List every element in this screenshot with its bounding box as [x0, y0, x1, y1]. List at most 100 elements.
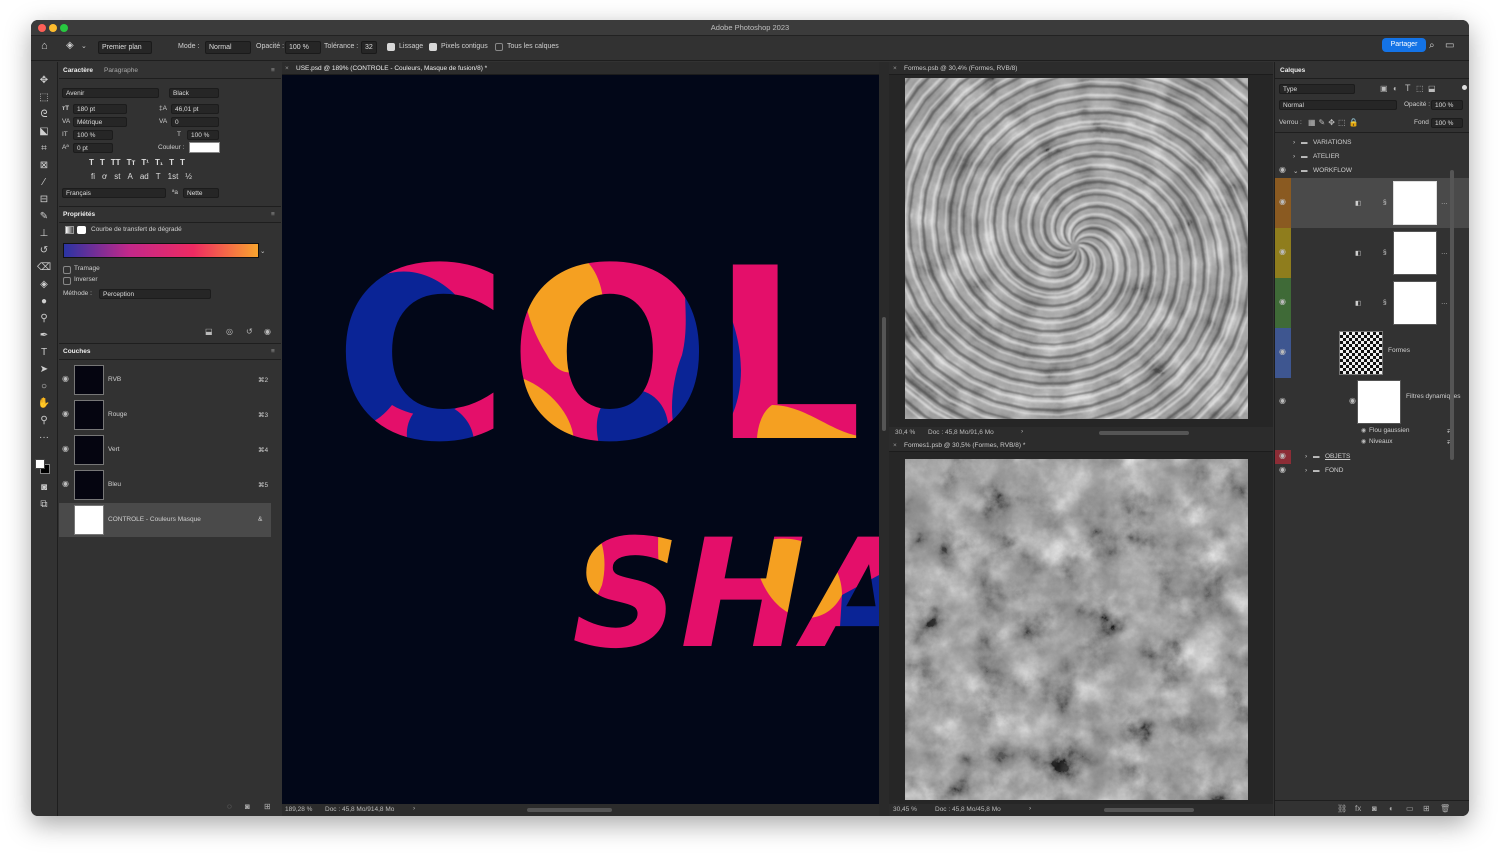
zoom-tool-icon[interactable]: ⚲	[37, 414, 51, 428]
more-icon[interactable]: …	[1441, 199, 1448, 206]
layer-row[interactable]: ◉ ◧ §…	[1275, 178, 1469, 228]
dodge-tool-icon[interactable]: ⚲	[37, 312, 51, 326]
clip-to-layer-icon[interactable]: ⬓	[205, 327, 213, 336]
blend-mode-select[interactable]: Normal	[1279, 100, 1397, 110]
zoom-level[interactable]: 30,45 %	[893, 806, 917, 813]
layer-mask-thumbnail[interactable]	[1393, 181, 1437, 225]
swirl-canvas[interactable]	[905, 78, 1248, 419]
object-selection-tool-icon[interactable]: ⬕	[37, 125, 51, 139]
opentype-button[interactable]: A	[127, 172, 132, 181]
home-icon[interactable]: ⌂	[41, 40, 48, 52]
all-layers-checkbox[interactable]	[495, 43, 503, 51]
frame-tool-icon[interactable]: ⊠	[37, 159, 51, 173]
crop-tool-icon[interactable]: ⌗	[37, 142, 51, 156]
visibility-icon[interactable]: ◉	[1279, 247, 1286, 256]
blur-tool-icon[interactable]: ●	[37, 295, 51, 309]
chevron-down-icon[interactable]: ⌄	[1293, 167, 1298, 175]
antialias-select[interactable]: Nette	[183, 188, 219, 198]
new-group-icon[interactable]: ▭	[1406, 804, 1414, 813]
filter-smart-object-icon[interactable]: ⬓	[1428, 84, 1436, 93]
tab-character[interactable]: Caractère	[63, 67, 93, 74]
opentype-button[interactable]: 1st	[168, 172, 179, 181]
save-selection-icon[interactable]: ◙	[245, 802, 250, 811]
layer-row[interactable]: › ▬ ATELIER	[1275, 150, 1469, 164]
type-style-button[interactable]: T₁	[155, 158, 163, 167]
mask-icon[interactable]	[77, 226, 86, 234]
hand-tool-icon[interactable]: ✋	[37, 397, 51, 411]
visibility-icon[interactable]: ◉	[62, 374, 69, 383]
filter-pixel-icon[interactable]: ▣	[1380, 84, 1388, 93]
chevron-right-icon[interactable]: ›	[1029, 805, 1031, 812]
eyedropper-tool-icon[interactable]: ⁄	[37, 176, 51, 190]
clouds-canvas[interactable]	[905, 459, 1248, 800]
trash-icon[interactable]: 🗑	[1440, 804, 1450, 813]
panel-menu-icon[interactable]: ≡	[271, 67, 275, 74]
reverse-checkbox[interactable]	[63, 277, 71, 285]
document-tab-main[interactable]: × USE.psd @ 189% (CONTROLE - Couleurs, M…	[282, 62, 879, 75]
workspace-icon[interactable]: ▭	[1445, 40, 1454, 51]
link-icon[interactable]: §	[1383, 249, 1387, 256]
filter-type-icon[interactable]: T	[1405, 83, 1411, 93]
more-icon[interactable]: …	[1441, 249, 1448, 256]
horizontal-scrollbar[interactable]	[527, 808, 612, 812]
smoothing-checkbox[interactable]	[387, 43, 395, 51]
close-tab-icon[interactable]: ×	[893, 442, 897, 449]
layer-row[interactable]: ◉ › ▬ OBJETS	[1275, 450, 1469, 464]
layer-row[interactable]: ◉⇄Flou gaussien	[1275, 426, 1469, 437]
font-family-select[interactable]: Avenir	[62, 88, 159, 98]
layer-row[interactable]: ◉ ◉ Filtres dynamiques	[1275, 378, 1469, 426]
chevron-right-icon[interactable]: ›	[413, 805, 415, 812]
history-brush-tool-icon[interactable]: ↺	[37, 244, 51, 258]
baseline-shift-input[interactable]: 0 pt	[73, 143, 113, 153]
filter-adjustment-icon[interactable]: ◐	[1393, 84, 1398, 93]
horizontal-scale-input[interactable]: 100 %	[187, 130, 219, 140]
more-tools-icon[interactable]: ···	[37, 431, 51, 445]
visibility-icon[interactable]: ◉	[1279, 396, 1286, 405]
split-divider[interactable]	[879, 62, 889, 816]
adjustment-layer-icon[interactable]: ◐	[1389, 804, 1394, 813]
filter-toggle[interactable]	[1462, 85, 1467, 90]
layer-filter-select[interactable]: Type	[1279, 84, 1355, 94]
language-select[interactable]: Français	[62, 188, 166, 198]
filter-mask-thumbnail[interactable]	[1357, 380, 1401, 424]
visibility-icon[interactable]: ◉	[1279, 347, 1286, 356]
type-tool-icon[interactable]: T	[37, 346, 51, 360]
layer-row[interactable]: ◉ › ▬ FOND	[1275, 464, 1469, 478]
visibility-icon[interactable]: ◉	[1349, 396, 1356, 405]
layers-scrollbar[interactable]	[1450, 170, 1454, 460]
chevron-down-icon[interactable]: ⌄	[81, 42, 87, 50]
visibility-icon[interactable]: ◉	[1361, 438, 1366, 445]
layer-mask-thumbnail[interactable]	[1393, 281, 1437, 325]
document-tab-clouds[interactable]: × Formes1.psb @ 30,5% (Formes, RVB/8) *	[889, 439, 1273, 452]
visibility-icon[interactable]: ◉	[264, 327, 271, 336]
layer-row[interactable]: › ▬ VARIATIONS	[1275, 136, 1469, 150]
lasso-tool-icon[interactable]: ᘓ	[37, 108, 51, 122]
font-size-input[interactable]: 180 pt	[73, 104, 127, 114]
opentype-button[interactable]: fi	[91, 172, 95, 181]
layer-row[interactable]: ◉ ⌄ ▬ WORKFLOW	[1275, 164, 1469, 178]
link-icon[interactable]: §	[1383, 199, 1387, 206]
layer-row[interactable]: ◉ ◧ §…	[1275, 278, 1469, 328]
doc-info[interactable]: Doc : 45,8 Mo/91,6 Mo	[928, 429, 994, 436]
tolerance-input[interactable]: 32	[361, 41, 377, 54]
chevron-right-icon[interactable]: ›	[1021, 428, 1023, 435]
horizontal-scrollbar[interactable]	[1104, 808, 1194, 812]
brush-tool-icon[interactable]: ✎	[37, 210, 51, 224]
filter-shape-icon[interactable]: ⬚	[1416, 84, 1424, 93]
tracking-input[interactable]: 0	[171, 117, 219, 127]
fx-icon[interactable]: fx	[1355, 804, 1361, 813]
move-tool-icon[interactable]: ✥	[37, 74, 51, 88]
opentype-button[interactable]: ad	[140, 172, 149, 181]
clone-stamp-tool-icon[interactable]: ⊥	[37, 227, 51, 241]
zoom-level[interactable]: 30,4 %	[895, 429, 915, 436]
horizontal-scrollbar[interactable]	[1099, 431, 1189, 435]
dither-checkbox[interactable]	[63, 266, 71, 274]
panel-menu-icon[interactable]: ≡	[271, 211, 275, 218]
layer-opacity-input[interactable]: 100 %	[1431, 100, 1463, 110]
new-layer-icon[interactable]: ⊞	[1423, 804, 1430, 813]
screen-mode-icon[interactable]: ⧉	[37, 498, 51, 512]
channel-row[interactable]: ◉ RVB ⌘2	[59, 363, 271, 397]
visibility-icon[interactable]: ◉	[1279, 297, 1286, 306]
channel-row[interactable]: ◉ Bleu ⌘5	[59, 468, 271, 502]
type-style-button[interactable]: T	[89, 158, 94, 167]
